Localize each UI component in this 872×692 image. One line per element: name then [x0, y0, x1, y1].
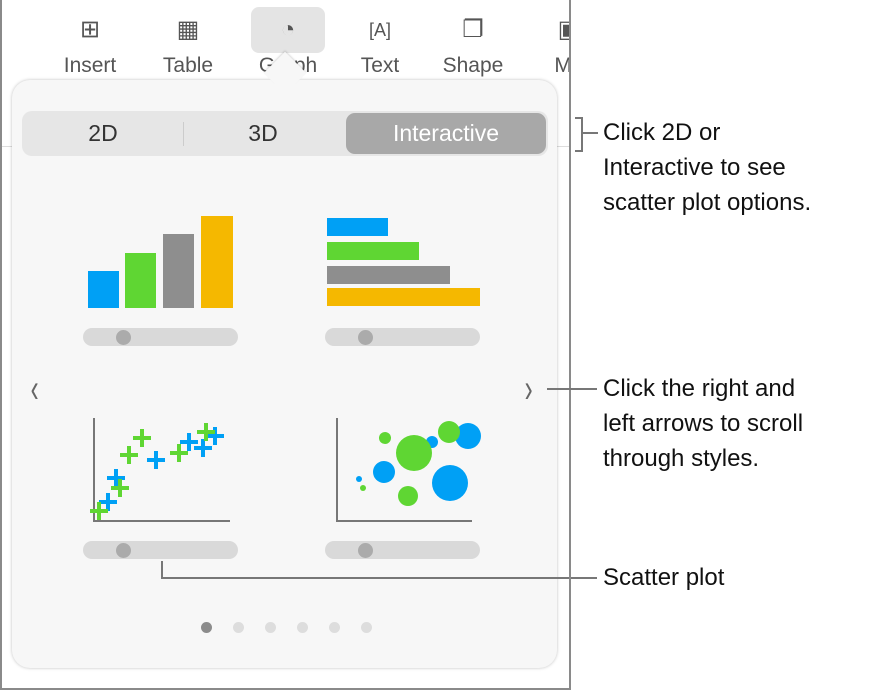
column-style-slider[interactable] — [83, 328, 238, 346]
page-dot[interactable] — [201, 622, 212, 633]
bar-style-slider[interactable] — [325, 328, 480, 346]
plus-marker — [107, 469, 125, 487]
plus-marker — [197, 423, 215, 441]
bar-chart-thumbnail[interactable] — [327, 218, 480, 306]
plus-marker — [111, 479, 129, 497]
slider-knob[interactable] — [358, 330, 373, 345]
plus-marker — [133, 429, 151, 447]
next-arrow-button[interactable]: › — [525, 369, 533, 409]
callout-segment: Click 2D or Interactive to see scatter p… — [603, 119, 812, 216]
plus-marker — [147, 451, 165, 469]
callout-line — [161, 577, 569, 579]
scatter-chart-thumbnail[interactable] — [90, 418, 230, 522]
plus-marker — [90, 502, 108, 520]
scatter-style-slider[interactable] — [83, 541, 238, 559]
app-window: ⊞Insert ▦Table ◔Graph [A]Text ❐Shape ▣Me… — [0, 0, 571, 690]
callout-arrows: Click the right and left arrows to scrol… — [603, 375, 804, 472]
plus-marker — [99, 493, 117, 511]
plus-marker — [170, 444, 188, 462]
slider-knob[interactable] — [116, 543, 131, 558]
callout-line — [547, 388, 597, 390]
column-chart-thumbnail[interactable] — [88, 216, 233, 308]
callout-line — [583, 132, 598, 134]
callout-scatter: Scatter plot — [603, 564, 725, 591]
bubble-style-slider[interactable] — [325, 541, 480, 559]
plus-marker — [120, 446, 138, 464]
page-dot[interactable] — [329, 622, 340, 633]
plus-marker — [206, 427, 224, 445]
slider-knob[interactable] — [116, 330, 131, 345]
callout-bracket — [581, 117, 583, 152]
page-dot[interactable] — [361, 622, 372, 633]
previous-arrow-button[interactable]: ‹ — [31, 369, 39, 409]
page-dot[interactable] — [233, 622, 244, 633]
page-dot[interactable] — [265, 622, 276, 633]
callout-line — [571, 577, 597, 579]
callout-bracket — [575, 150, 583, 152]
bubble-chart-thumbnail[interactable] — [336, 418, 481, 522]
slider-knob[interactable] — [358, 543, 373, 558]
page-dot[interactable] — [297, 622, 308, 633]
